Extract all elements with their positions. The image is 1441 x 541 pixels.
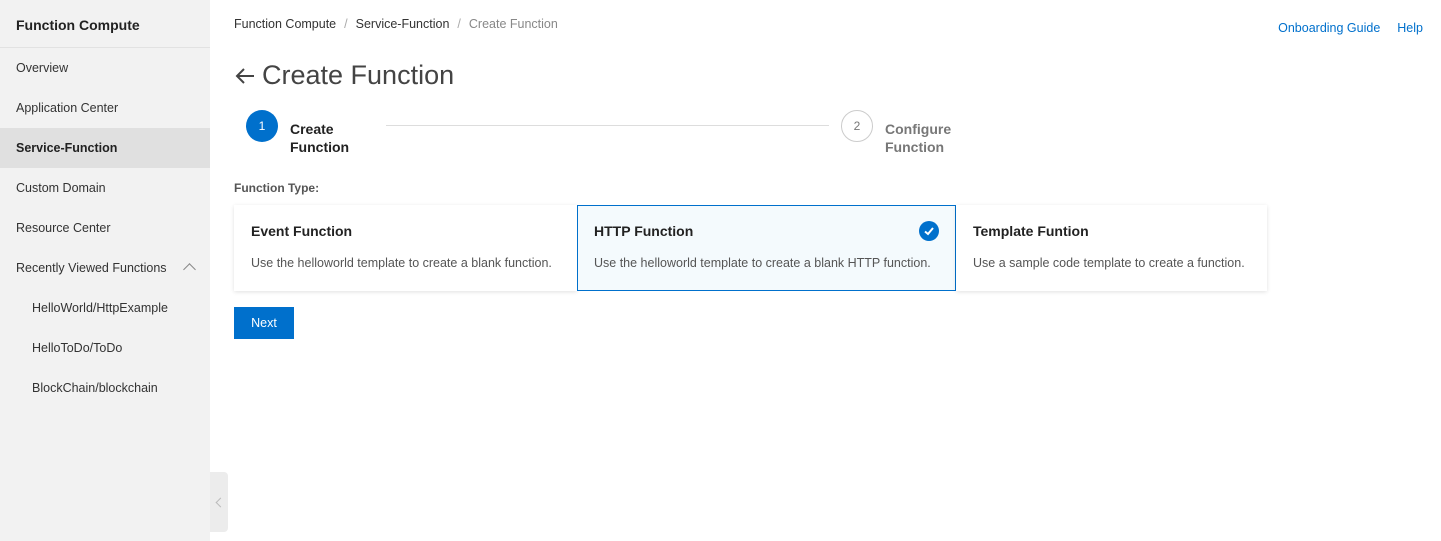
card-description: Use a sample code template to create a f…: [973, 256, 1245, 270]
chevron-left-icon: [215, 497, 226, 507]
step-2-indicator: 2: [841, 110, 873, 142]
card-title: Template Funtion: [973, 223, 1089, 239]
function-type-label: Function Type:: [234, 181, 320, 195]
sidebar-recent-item[interactable]: BlockChain/blockchain: [0, 368, 210, 408]
sidebar-item-resource-center[interactable]: Resource Center: [0, 208, 210, 248]
card-description: Use the helloworld template to create a …: [251, 256, 552, 270]
breadcrumb-separator: /: [457, 17, 461, 31]
breadcrumb-separator: /: [344, 17, 348, 31]
page-header: Create Function: [234, 60, 454, 91]
sidebar-title: Function Compute: [0, 0, 210, 48]
breadcrumb-item-service-function[interactable]: Service-Function: [356, 17, 450, 31]
sidebar-collapse-button[interactable]: [210, 472, 228, 532]
chevron-up-icon[interactable]: [183, 263, 196, 276]
sidebar-recent-item[interactable]: HelloToDo/ToDo: [0, 328, 210, 368]
sidebar-item-application-center[interactable]: Application Center: [0, 88, 210, 128]
http-function-card[interactable]: HTTP Function Use the helloworld templat…: [577, 205, 956, 291]
help-link[interactable]: Help: [1397, 21, 1423, 35]
card-title: Event Function: [251, 223, 353, 239]
header-links: Onboarding Guide Help: [1278, 21, 1423, 35]
card-description: Use the helloworld template to create a …: [594, 256, 931, 270]
step-connector: [386, 125, 829, 126]
sidebar-recent-item[interactable]: HelloWorld/HttpExample: [0, 288, 210, 328]
page-title: Create Function: [262, 60, 455, 90]
sidebar-item-service-function[interactable]: Service-Function: [0, 128, 210, 168]
onboarding-guide-link[interactable]: Onboarding Guide: [1278, 21, 1380, 35]
event-function-card[interactable]: Event Function Use the helloworld templa…: [234, 205, 577, 291]
sidebar-group-recently-viewed[interactable]: Recently Viewed Functions: [0, 248, 210, 288]
breadcrumb-item-function-compute[interactable]: Function Compute: [234, 17, 336, 31]
sidebar-item-overview[interactable]: Overview: [0, 48, 210, 88]
template-function-card[interactable]: Template Funtion Use a sample code templ…: [956, 205, 1267, 291]
breadcrumb: Function Compute / Service-Function / Cr…: [234, 17, 558, 31]
back-arrow-icon[interactable]: [234, 65, 256, 87]
stepper: 1 Create Function 2 Configure Function: [246, 110, 1006, 160]
step-1-indicator: 1: [246, 110, 278, 142]
function-type-options: Event Function Use the helloworld templa…: [234, 205, 1267, 291]
check-icon: [919, 221, 939, 241]
step-1-label: Create Function: [290, 121, 350, 155]
sidebar-group-label: Recently Viewed Functions: [16, 261, 167, 275]
next-button[interactable]: Next: [234, 307, 294, 339]
card-title: HTTP Function: [594, 223, 694, 239]
step-2-label: Configure Function: [885, 121, 952, 155]
breadcrumb-item-current: Create Function: [468, 17, 558, 31]
sidebar: Function Compute Overview Application Ce…: [0, 0, 210, 541]
sidebar-item-custom-domain[interactable]: Custom Domain: [0, 168, 210, 208]
